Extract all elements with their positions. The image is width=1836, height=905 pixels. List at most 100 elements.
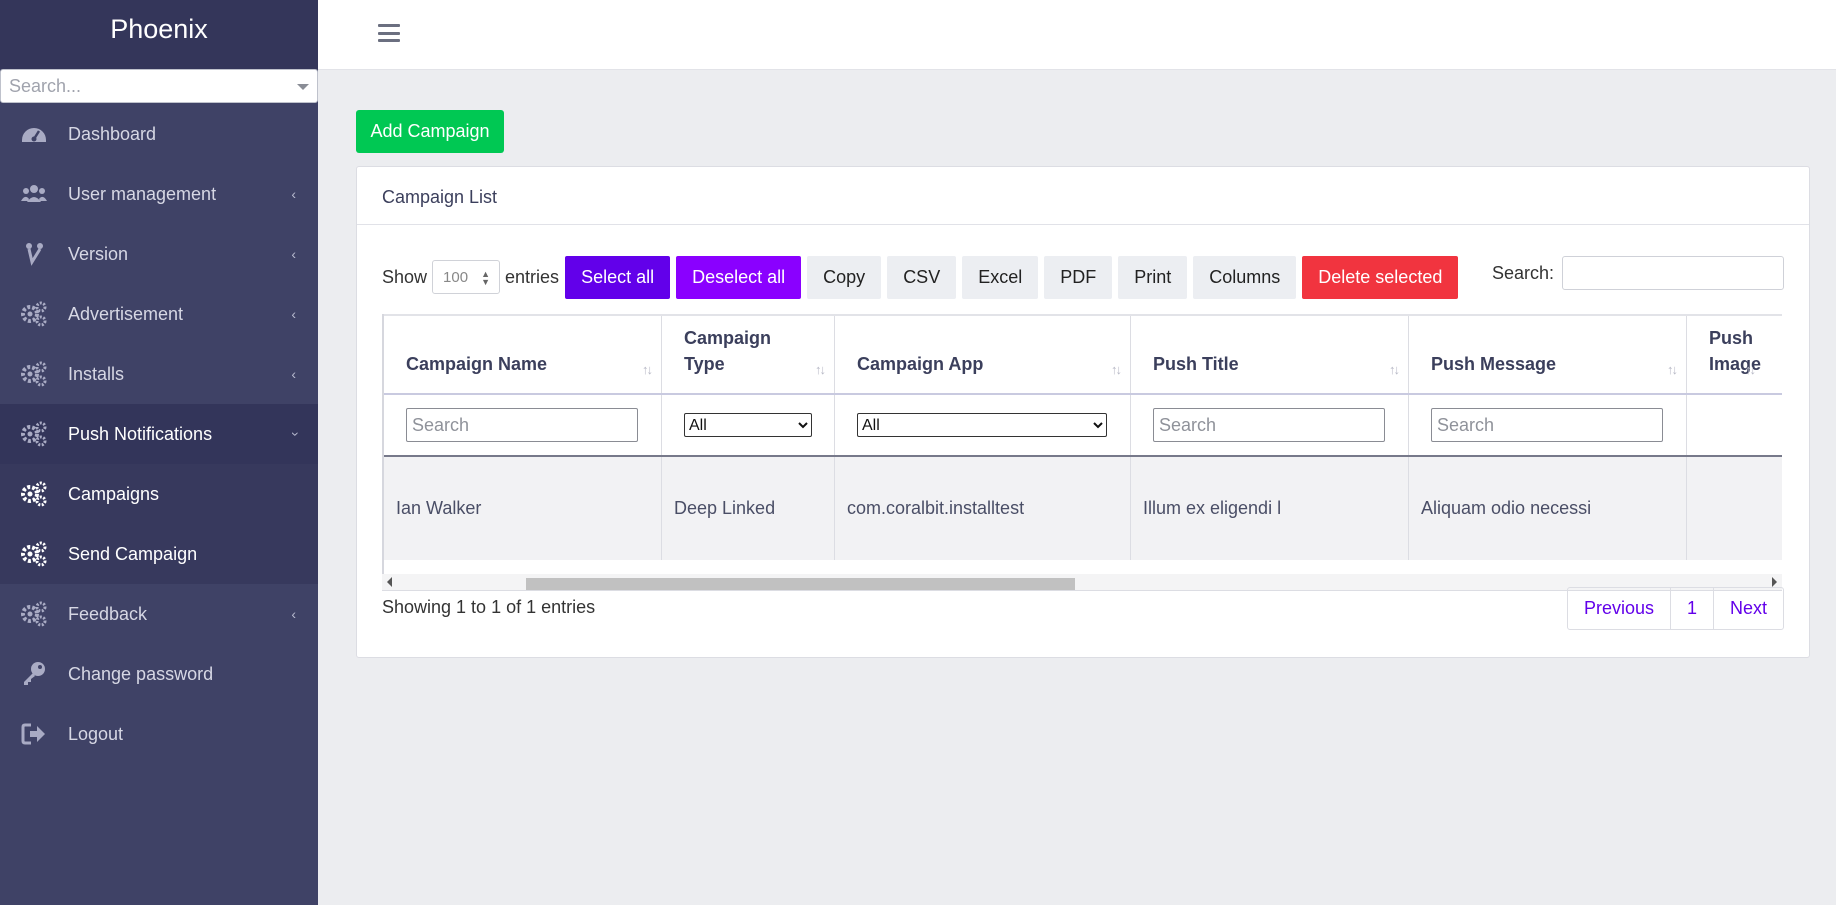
filter-push-title-input[interactable]	[1153, 408, 1385, 442]
excel-button[interactable]: Excel	[962, 255, 1039, 299]
pagination: Previous 1 Next	[1566, 587, 1784, 630]
logout-icon	[0, 720, 68, 748]
sort-updown-icon: ▲ ▼	[481, 269, 491, 287]
filter-campaign-type-select[interactable]: All	[684, 413, 812, 437]
column-header-label: Push Message	[1431, 354, 1557, 374]
filter-campaign-name-input[interactable]	[406, 408, 638, 442]
print-button[interactable]: Print	[1118, 255, 1188, 299]
column-header-push-message[interactable]: Push Message ↑↓	[1409, 316, 1687, 393]
sidebar-item-label: Change password	[68, 663, 214, 684]
table-cell: Ian Walker	[384, 457, 662, 560]
topbar	[318, 0, 1836, 70]
table-scroll-area[interactable]: Campaign Name ↑↓ Campaign Type ↑↓ Campai…	[382, 314, 1782, 574]
column-header-label: Push Title	[1153, 354, 1239, 374]
copy-button[interactable]: Copy	[807, 255, 882, 299]
hamburger-menu-icon[interactable]	[378, 24, 400, 42]
column-header-campaign-type[interactable]: Campaign Type ↑↓	[662, 316, 835, 393]
select-all-button[interactable]: Select all	[565, 255, 671, 299]
sidebar-item-label: Advertisement	[68, 303, 184, 324]
sidebar-item-label: Send Campaign	[68, 543, 198, 564]
column-header-label: Campaign Name	[406, 354, 548, 374]
gears-icon	[0, 300, 68, 328]
add-campaign-button[interactable]: Add Campaign	[356, 110, 504, 153]
sidebar-item-installs[interactable]: Installs ‹	[0, 344, 318, 404]
sidebar-item-campaigns[interactable]: Campaigns	[0, 464, 318, 524]
table-cell: Deep Linked	[662, 457, 835, 560]
column-header-push-title[interactable]: Push Title ↑↓	[1131, 316, 1409, 393]
sidebar-item-user-management[interactable]: User management ‹	[0, 164, 318, 224]
column-header-push-image[interactable]: Push Image ↑↓	[1687, 316, 1782, 393]
table-header-row: Campaign Name ↑↓ Campaign Type ↑↓ Campai…	[384, 314, 1782, 395]
table-toolbar: Show 100 ▲ ▼ entries Select all Deselect …	[382, 255, 1784, 299]
sidebar-search[interactable]	[0, 69, 318, 103]
key-icon	[0, 660, 68, 688]
brand-title[interactable]: Phoenix	[0, 0, 318, 69]
show-label: Show	[382, 266, 428, 287]
column-header-campaign-name[interactable]: Campaign Name ↑↓	[384, 316, 662, 393]
sidebar-item-label: Campaigns	[68, 483, 160, 504]
column-header-label: Campaign App	[857, 354, 984, 374]
sidebar-item-label: User management	[68, 183, 217, 204]
filter-cell	[384, 395, 662, 455]
table-row[interactable]: Ian Walker Deep Linked com.coralbit.inst…	[384, 457, 1782, 560]
sidebar-item-label: Dashboard	[68, 123, 157, 144]
filter-push-message-input[interactable]	[1431, 408, 1663, 442]
gears-icon	[0, 540, 68, 568]
table-cell: com.coralbit.installtest	[835, 457, 1131, 560]
sidebar-item-advertisement[interactable]: Advertisement ‹	[0, 284, 318, 344]
pagination-next[interactable]: Next	[1714, 588, 1783, 629]
table-search-input[interactable]	[1562, 256, 1784, 290]
gears-icon	[0, 360, 68, 388]
sidebar-search-input[interactable]	[1, 75, 291, 97]
scrollbar-thumb[interactable]	[526, 578, 1075, 590]
table-cell: Aliquam odio necessi	[1409, 457, 1687, 560]
sidebar-item-label: Installs	[68, 363, 125, 384]
dashboard-icon	[0, 120, 68, 148]
submenu-push-notifications: Campaigns Send Campaign	[0, 464, 318, 584]
scroll-left-icon[interactable]	[387, 577, 392, 587]
sidebar: Phoenix Dashboard User management ‹ Vers…	[0, 0, 318, 905]
campaign-list-card: Campaign List Show 100 ▲ ▼ entries Select…	[356, 166, 1810, 658]
pagination-previous[interactable]: Previous	[1568, 588, 1671, 629]
sort-icon: ↑↓	[1667, 362, 1678, 377]
sidebar-item-label: Feedback	[68, 603, 148, 624]
filter-cell	[1687, 395, 1782, 455]
sort-icon: ↑↓	[815, 362, 826, 377]
sidebar-item-dashboard[interactable]: Dashboard	[0, 104, 318, 164]
deselect-all-button[interactable]: Deselect all	[676, 255, 802, 299]
sort-icon: ↑↓	[1745, 362, 1756, 377]
page-length-select[interactable]: 100 ▲ ▼	[432, 260, 501, 294]
sidebar-item-send-campaign[interactable]: Send Campaign	[0, 524, 318, 584]
sidebar-item-label: Version	[68, 243, 129, 264]
sidebar-item-feedback[interactable]: Feedback ‹	[0, 584, 318, 644]
columns-button[interactable]: Columns	[1193, 255, 1297, 299]
search-label: Search:	[1491, 262, 1554, 283]
table-cell: Illum ex eligendi l	[1131, 457, 1409, 560]
sort-icon: ↑↓	[1111, 362, 1122, 377]
table-cell	[1687, 457, 1782, 560]
sidebar-item-change-password[interactable]: Change password	[0, 644, 318, 704]
delete-selected-button[interactable]: Delete selected	[1302, 255, 1459, 299]
filter-campaign-app-select[interactable]: All	[857, 413, 1107, 437]
chevron-down-icon[interactable]	[297, 84, 309, 90]
page-length-value: 100	[443, 268, 469, 286]
column-header-campaign-app[interactable]: Campaign App ↑↓	[835, 316, 1131, 393]
sidebar-item-version[interactable]: Version ‹	[0, 224, 318, 284]
scroll-right-icon[interactable]	[1772, 577, 1777, 587]
column-header-label: Campaign Type	[684, 328, 772, 374]
csv-button[interactable]: CSV	[887, 255, 957, 299]
chevron-left-icon: ‹	[291, 306, 296, 322]
sidebar-item-push-notifications[interactable]: Push Notifications ‹	[0, 404, 318, 464]
chevron-left-icon: ‹	[291, 246, 296, 262]
chevron-left-icon: ‹	[291, 186, 296, 202]
sort-icon: ↑↓	[642, 362, 653, 377]
sidebar-menu: Dashboard User management ‹ Version ‹ Ad…	[0, 104, 318, 764]
sidebar-item-logout[interactable]: Logout	[0, 704, 318, 764]
gears-icon	[0, 420, 68, 448]
pdf-button[interactable]: PDF	[1044, 255, 1113, 299]
pagination-page-1[interactable]: 1	[1671, 588, 1714, 629]
table-search: Search:	[1492, 256, 1784, 290]
filter-cell: All	[835, 395, 1131, 455]
version-icon	[0, 240, 68, 268]
sort-icon: ↑↓	[1389, 362, 1400, 377]
